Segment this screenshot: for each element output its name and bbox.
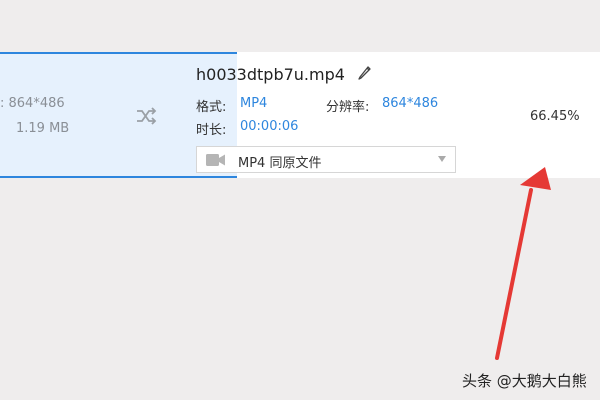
annotation-arrow — [495, 167, 551, 360]
watermark: 头条 @大鹅大白熊 — [462, 372, 587, 390]
